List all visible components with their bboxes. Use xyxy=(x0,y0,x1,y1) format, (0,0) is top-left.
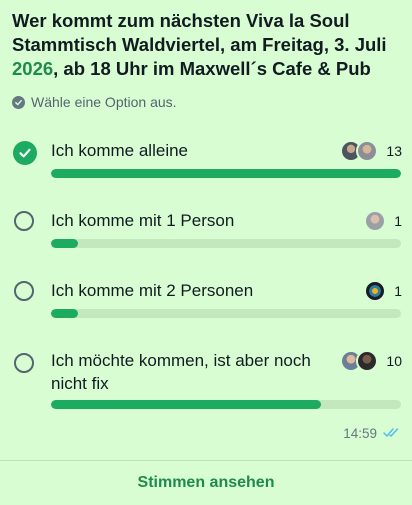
voter-avatars[interactable] xyxy=(364,280,386,302)
vote-progress-fill xyxy=(51,400,321,409)
voter-avatars[interactable] xyxy=(340,140,378,162)
poll-option-label: Ich komme mit 2 Personen xyxy=(51,281,254,300)
radio-button-icon[interactable] xyxy=(14,281,34,301)
voter-avatars[interactable] xyxy=(340,350,378,372)
message-timestamp: 14:59 xyxy=(343,426,377,441)
vote-progress-track xyxy=(51,400,401,409)
avatar-man-dark-icon xyxy=(356,350,378,372)
vote-progress-fill xyxy=(51,239,78,248)
avatar-man-grey-icon xyxy=(364,210,386,232)
vote-progress-fill xyxy=(51,309,78,318)
poll-option-label: Ich komme alleine xyxy=(51,141,189,160)
poll-option-label: Ich komme mit 1 Person xyxy=(51,211,235,230)
voter-avatars[interactable] xyxy=(364,210,386,232)
vote-count: 10 xyxy=(386,353,402,369)
vote-count: 1 xyxy=(394,213,402,229)
poll-hint-text: Wähle eine Option aus. xyxy=(31,94,177,110)
vote-progress-track xyxy=(51,169,401,178)
vote-progress-track xyxy=(51,309,401,318)
avatar-man-beard-icon xyxy=(356,140,378,162)
poll-question: Wer kommt zum nächsten Viva la Soul Stam… xyxy=(12,9,404,81)
view-votes-label: Stimmen ansehen xyxy=(137,474,275,491)
poll-hint: Wähle eine Option aus. xyxy=(12,94,177,110)
poll-question-part1: Wer kommt zum nächsten Viva la Soul Stam… xyxy=(12,10,387,55)
poll-option-label: Ich möchte kommen, ist aber noch nicht f… xyxy=(51,351,311,393)
double-check-icon xyxy=(383,426,400,441)
message-meta: 14:59 xyxy=(343,426,400,441)
radio-button-icon[interactable] xyxy=(14,353,34,373)
poll-question-part2: , ab 18 Uhr im Maxwell´s Cafe & Pub xyxy=(53,58,371,79)
avatar-colorful-icon xyxy=(364,280,386,302)
vote-progress-fill xyxy=(51,169,401,178)
checkmark-selected-icon[interactable] xyxy=(13,141,37,165)
poll-message-bubble: Wer kommt zum nächsten Viva la Soul Stam… xyxy=(0,0,412,505)
vote-progress-track xyxy=(51,239,401,248)
poll-question-year-link[interactable]: 2026 xyxy=(12,58,53,79)
vote-count: 13 xyxy=(386,143,402,159)
check-circle-icon xyxy=(12,95,25,109)
vote-count: 1 xyxy=(394,283,402,299)
radio-button-icon[interactable] xyxy=(14,211,34,231)
view-votes-button[interactable]: Stimmen ansehen xyxy=(0,461,412,505)
